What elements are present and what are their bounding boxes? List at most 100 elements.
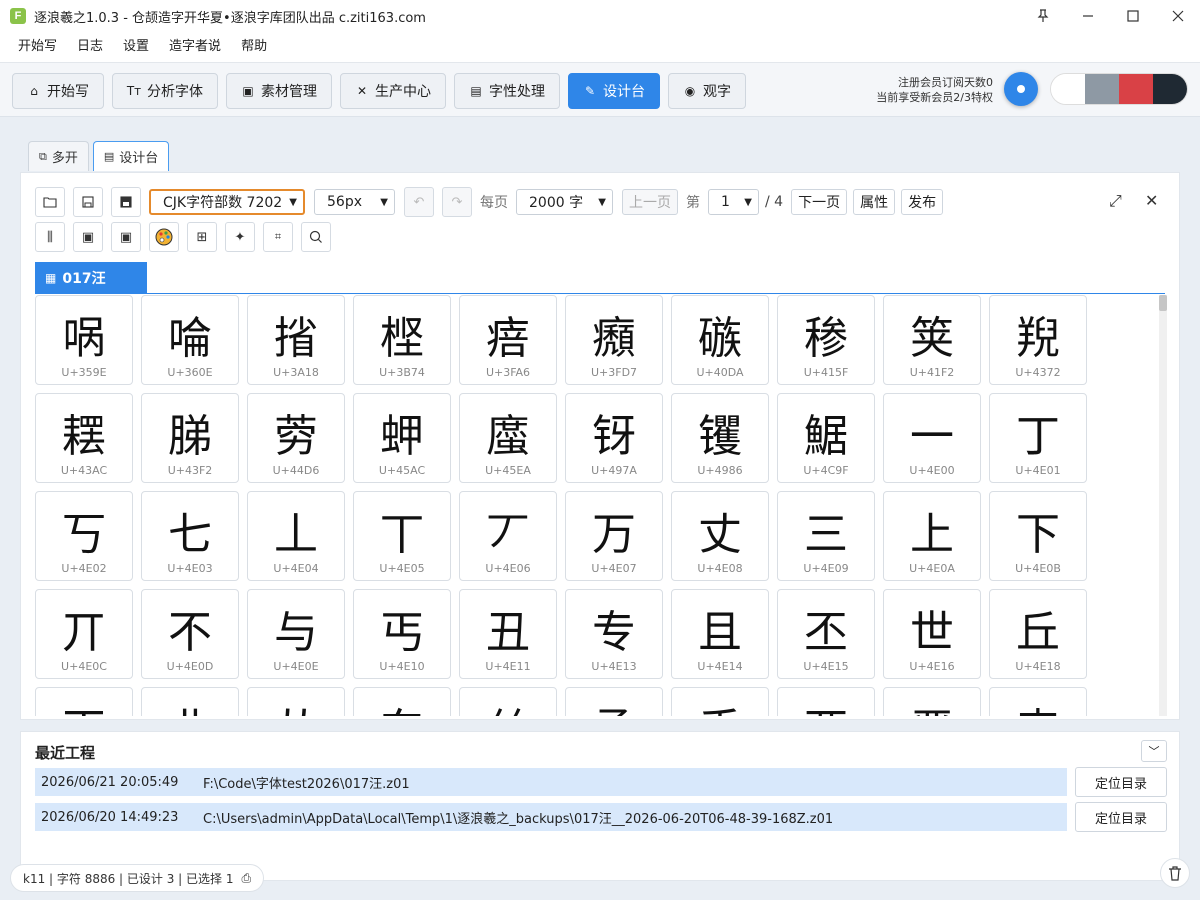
pin-button[interactable] — [1020, 0, 1065, 32]
image-import-button[interactable]: ▣ — [73, 222, 103, 252]
glyph-cell[interactable]: 㖮 U+360E — [141, 295, 239, 385]
glyph-cell[interactable]: 不 U+4E0D — [141, 589, 239, 679]
glyph-cell[interactable]: 世 U+4E16 — [883, 589, 981, 679]
glyph-cell[interactable]: 䎬 U+43AC — [35, 393, 133, 483]
glyph-cell[interactable]: 丌 U+4E0C — [35, 589, 133, 679]
nav-analyze-font[interactable]: Tт 分析字体 — [112, 73, 218, 109]
redo-button[interactable]: ↷ — [442, 187, 472, 217]
publish-button[interactable]: 发布 — [901, 189, 944, 215]
minimize-button[interactable] — [1065, 0, 1110, 32]
glyph-cell[interactable]: 䃚 U+40DA — [671, 295, 769, 385]
glyph-cell[interactable]: 丑 U+4E11 — [459, 589, 557, 679]
properties-button[interactable]: 属性 — [853, 189, 896, 215]
spacing-button[interactable]: ⫼ — [35, 222, 65, 252]
glyph-cell[interactable]: 丞 — [565, 687, 663, 716]
theme-gray-swatch[interactable] — [1085, 74, 1119, 104]
glyph-cell[interactable]: 䓖 U+44D6 — [247, 393, 345, 483]
glyph-cell[interactable]: 䏲 U+43F2 — [141, 393, 239, 483]
glyph-cell[interactable]: 丁 U+4E01 — [989, 393, 1087, 483]
undo-button[interactable]: ↶ — [404, 187, 434, 217]
theme-dark-swatch[interactable] — [1153, 74, 1187, 104]
save-as-button[interactable] — [111, 187, 141, 217]
glyph-cell[interactable]: 丕 U+4E15 — [777, 589, 875, 679]
glyph-cell[interactable]: 䅟 U+415F — [777, 295, 875, 385]
glyph-grid-scrollbar[interactable] — [1159, 295, 1167, 716]
recent-project-row[interactable]: 2026/06/20 14:49:23 C:\Users\admin\AppDa… — [35, 803, 1067, 831]
locate-directory-button[interactable]: 定位目录 — [1075, 802, 1167, 832]
close-panel-icon[interactable]: ✕ — [1145, 191, 1158, 210]
search-button[interactable] — [301, 222, 331, 252]
save-button[interactable] — [73, 187, 103, 217]
scrollbar-thumb[interactable] — [1159, 295, 1167, 311]
glyph-cell[interactable]: 丄 U+4E04 — [247, 491, 345, 581]
glyph-cell[interactable]: 丐 U+4E10 — [353, 589, 451, 679]
glyph-cell[interactable]: 万 U+4E07 — [565, 491, 663, 581]
ai-magic-button[interactable]: ✦ — [225, 222, 255, 252]
nav-view-glyph[interactable]: ◉ 观字 — [668, 73, 746, 109]
glyph-cell[interactable]: 丙 — [35, 687, 133, 716]
glyph-cell[interactable]: 丢 — [671, 687, 769, 716]
glyph-cell[interactable]: 丛 — [247, 687, 345, 716]
print-icon[interactable]: ⎙ — [242, 871, 252, 886]
image-export-button[interactable]: ▣ — [111, 222, 141, 252]
glyph-cell[interactable]: 䍲 U+4372 — [989, 295, 1087, 385]
tab-multi-open[interactable]: ⧉ 多开 — [28, 141, 89, 171]
glyph-cell[interactable]: 东 — [353, 687, 451, 716]
glyph-cell[interactable]: 㭴 U+3B74 — [353, 295, 451, 385]
charset-select[interactable]: CJK字符部数 7202 ▼ — [149, 189, 305, 215]
glyph-cell[interactable]: 两 — [777, 687, 875, 716]
menu-help[interactable]: 帮助 — [231, 32, 277, 62]
collapse-button[interactable]: ﹀ — [1141, 740, 1167, 762]
glyph-cell[interactable]: 上 U+4E0A — [883, 491, 981, 581]
next-page-button[interactable]: 下一页 — [791, 189, 848, 215]
per-page-select[interactable]: 2000 字 ▼ — [516, 189, 613, 215]
glyph-cell[interactable]: 丂 U+4E02 — [35, 491, 133, 581]
glyph-group-tab[interactable]: ▦ 017汪 — [35, 262, 147, 294]
menu-creator-says[interactable]: 造字者说 — [159, 32, 231, 62]
glyph-cell[interactable]: 㖞 U+359E — [35, 295, 133, 385]
theme-red-swatch[interactable] — [1119, 74, 1153, 104]
maximize-button[interactable] — [1110, 0, 1155, 32]
glyph-cell[interactable]: 下 U+4E0B — [989, 491, 1087, 581]
glyph-cell[interactable]: 丈 U+4E08 — [671, 491, 769, 581]
nav-design-desk[interactable]: ✎ 设计台 — [568, 73, 660, 109]
menu-start-write[interactable]: 开始写 — [8, 32, 67, 62]
glyph-cell[interactable]: 且 U+4E14 — [671, 589, 769, 679]
locate-directory-button[interactable]: 定位目录 — [1075, 767, 1167, 797]
glyph-cell[interactable]: 丆 U+4E06 — [459, 491, 557, 581]
glyph-cell[interactable]: 䖬 U+45AC — [353, 393, 451, 483]
prev-page-button[interactable]: 上一页 — [622, 189, 678, 215]
glyph-cell[interactable]: 䇲 U+41F2 — [883, 295, 981, 385]
glyph-cell[interactable]: 三 U+4E09 — [777, 491, 875, 581]
glyph-cell[interactable]: 丘 U+4E18 — [989, 589, 1087, 679]
palette-button[interactable] — [149, 222, 179, 252]
glyph-cell[interactable]: 七 U+4E03 — [141, 491, 239, 581]
nav-glyph-processing[interactable]: ▤ 字性处理 — [454, 73, 560, 109]
close-window-button[interactable] — [1155, 0, 1200, 32]
glyph-cell[interactable]: 㾦 U+3FA6 — [459, 295, 557, 385]
glyph-cell[interactable]: 严 — [883, 687, 981, 716]
scan-button[interactable]: ⌗ — [263, 222, 293, 252]
open-folder-button[interactable] — [35, 187, 65, 217]
delete-button[interactable] — [1160, 858, 1190, 888]
record-button[interactable] — [1004, 72, 1038, 106]
glyph-cell[interactable]: 专 U+4E13 — [565, 589, 663, 679]
glyph-cell[interactable]: 丅 U+4E05 — [353, 491, 451, 581]
glyph-cell[interactable]: 䥺 U+497A — [565, 393, 663, 483]
glyph-cell[interactable]: 䦆 U+4986 — [671, 393, 769, 483]
glyph-cell[interactable]: 㨘 U+3A18 — [247, 295, 345, 385]
nav-material-manage[interactable]: ▣ 素材管理 — [226, 73, 332, 109]
glyph-cell[interactable]: 一 U+4E00 — [883, 393, 981, 483]
glyph-cell[interactable]: 丝 — [459, 687, 557, 716]
page-select[interactable]: 1 ▼ — [708, 189, 759, 215]
menu-log[interactable]: 日志 — [67, 32, 113, 62]
glyph-cell[interactable]: 业 — [141, 687, 239, 716]
glyph-cell[interactable]: 䱟 U+4C9F — [777, 393, 875, 483]
recent-project-row[interactable]: 2026/06/21 20:05:49 F:\Code\字体test2026\0… — [35, 768, 1067, 796]
nav-production-center[interactable]: ✕ 生产中心 — [340, 73, 446, 109]
fullscreen-icon[interactable]: ⤢ — [1109, 191, 1122, 211]
font-size-select[interactable]: 56px ▼ — [314, 189, 395, 215]
glyph-cell[interactable]: 与 U+4E0E — [247, 589, 345, 679]
glyph-cell[interactable]: 丧 — [989, 687, 1087, 716]
nav-start-write[interactable]: ⌂ 开始写 — [12, 73, 104, 109]
